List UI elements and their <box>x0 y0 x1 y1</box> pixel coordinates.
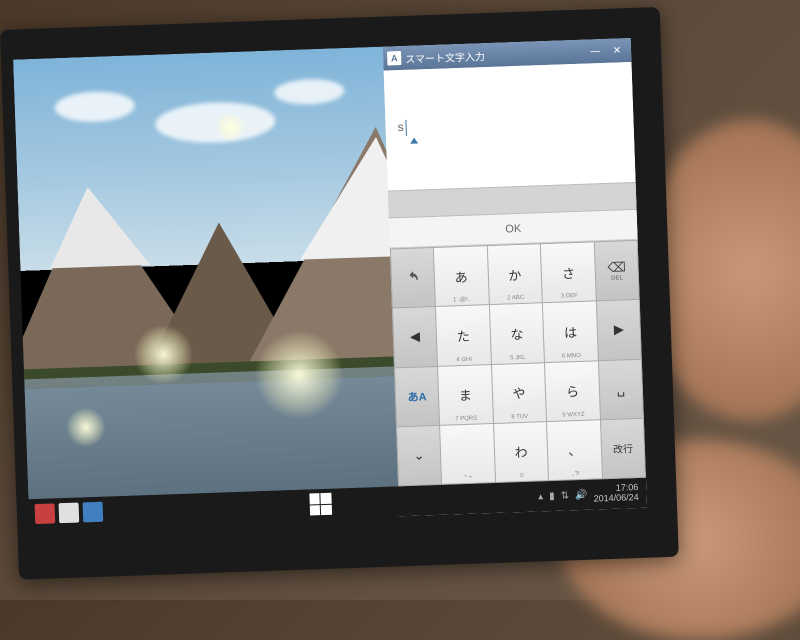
chevron-down-icon: ⌄ <box>413 447 424 463</box>
clock[interactable]: 17:06 2014/06/24 <box>593 483 639 504</box>
minimize-button[interactable]: — <box>585 44 605 59</box>
close-button[interactable]: ✕ <box>607 43 627 58</box>
key-ra[interactable]: ら9 WXYZ <box>545 361 600 421</box>
space-icon: ␣ <box>616 381 625 397</box>
keypad: あ1 .@/.. か2 ABC さ3 DEF ⌫ DEL ◀ た4 GHI な5… <box>390 240 646 487</box>
ime-app-icon: A <box>387 51 401 65</box>
key-punct[interactable]: 、.,?! <box>547 420 602 480</box>
ok-label: OK <box>505 222 521 235</box>
undo-icon <box>406 271 420 285</box>
key-ha[interactable]: は6 MNO <box>543 302 598 362</box>
taskbar-app-1[interactable] <box>35 503 56 524</box>
space-key[interactable]: ␣ <box>599 359 643 419</box>
caret-handle-icon[interactable] <box>410 137 418 143</box>
mode-toggle-key[interactable]: あA <box>395 366 439 426</box>
key-na[interactable]: な5 JKL <box>490 303 545 363</box>
network-icon[interactable]: ⇅ <box>561 490 570 501</box>
screen: A スマート文字入力 — ✕ s OK あ1 .@/.. <box>13 38 647 529</box>
ime-input-area[interactable]: s <box>384 62 636 191</box>
taskbar-app-2[interactable] <box>59 503 80 524</box>
left-key[interactable]: ◀ <box>393 307 437 367</box>
key-a[interactable]: あ1 .@/.. <box>434 246 489 306</box>
right-key[interactable]: ▶ <box>597 300 641 360</box>
volume-icon[interactable]: 🔊 <box>575 489 588 500</box>
ime-panel: A スマート文字入力 — ✕ s OK あ1 .@/.. <box>383 38 647 516</box>
clock-date: 2014/06/24 <box>594 493 639 504</box>
battery-icon[interactable]: ▮ <box>549 490 555 501</box>
start-button[interactable] <box>309 493 332 516</box>
key-ta[interactable]: た4 GHI <box>436 305 491 365</box>
key-ka[interactable]: か2 ABC <box>487 244 542 304</box>
key-ya[interactable]: や8 TUV <box>492 363 547 423</box>
tablet-device: A スマート文字入力 — ✕ s OK あ1 .@/.. <box>0 7 679 580</box>
backspace-icon: ⌫ <box>607 259 626 276</box>
system-tray[interactable]: ▴ ▮ ⇅ 🔊 17:06 2014/06/24 <box>538 483 647 507</box>
key-sa[interactable]: さ3 DEF <box>541 242 596 302</box>
delete-key[interactable]: ⌫ DEL <box>595 241 639 301</box>
chevron-left-icon: ◀ <box>410 329 421 345</box>
enter-key[interactable]: 改行 <box>601 419 645 479</box>
taskbar-app-3[interactable] <box>83 502 104 523</box>
undo-key[interactable] <box>391 248 435 308</box>
hide-keyboard-key[interactable]: ⌄ <box>397 426 441 486</box>
tray-up-icon[interactable]: ▴ <box>538 491 543 502</box>
ime-title-text: スマート文字入力 <box>405 48 485 66</box>
chevron-right-icon: ▶ <box>614 322 625 338</box>
key-ma[interactable]: ま7 PQRS <box>438 365 493 425</box>
key-wa[interactable]: わ0 <box>494 422 549 482</box>
ime-input-value: s <box>397 120 403 134</box>
text-cursor <box>405 120 407 136</box>
key-symbol[interactable]: * + <box>440 424 495 484</box>
